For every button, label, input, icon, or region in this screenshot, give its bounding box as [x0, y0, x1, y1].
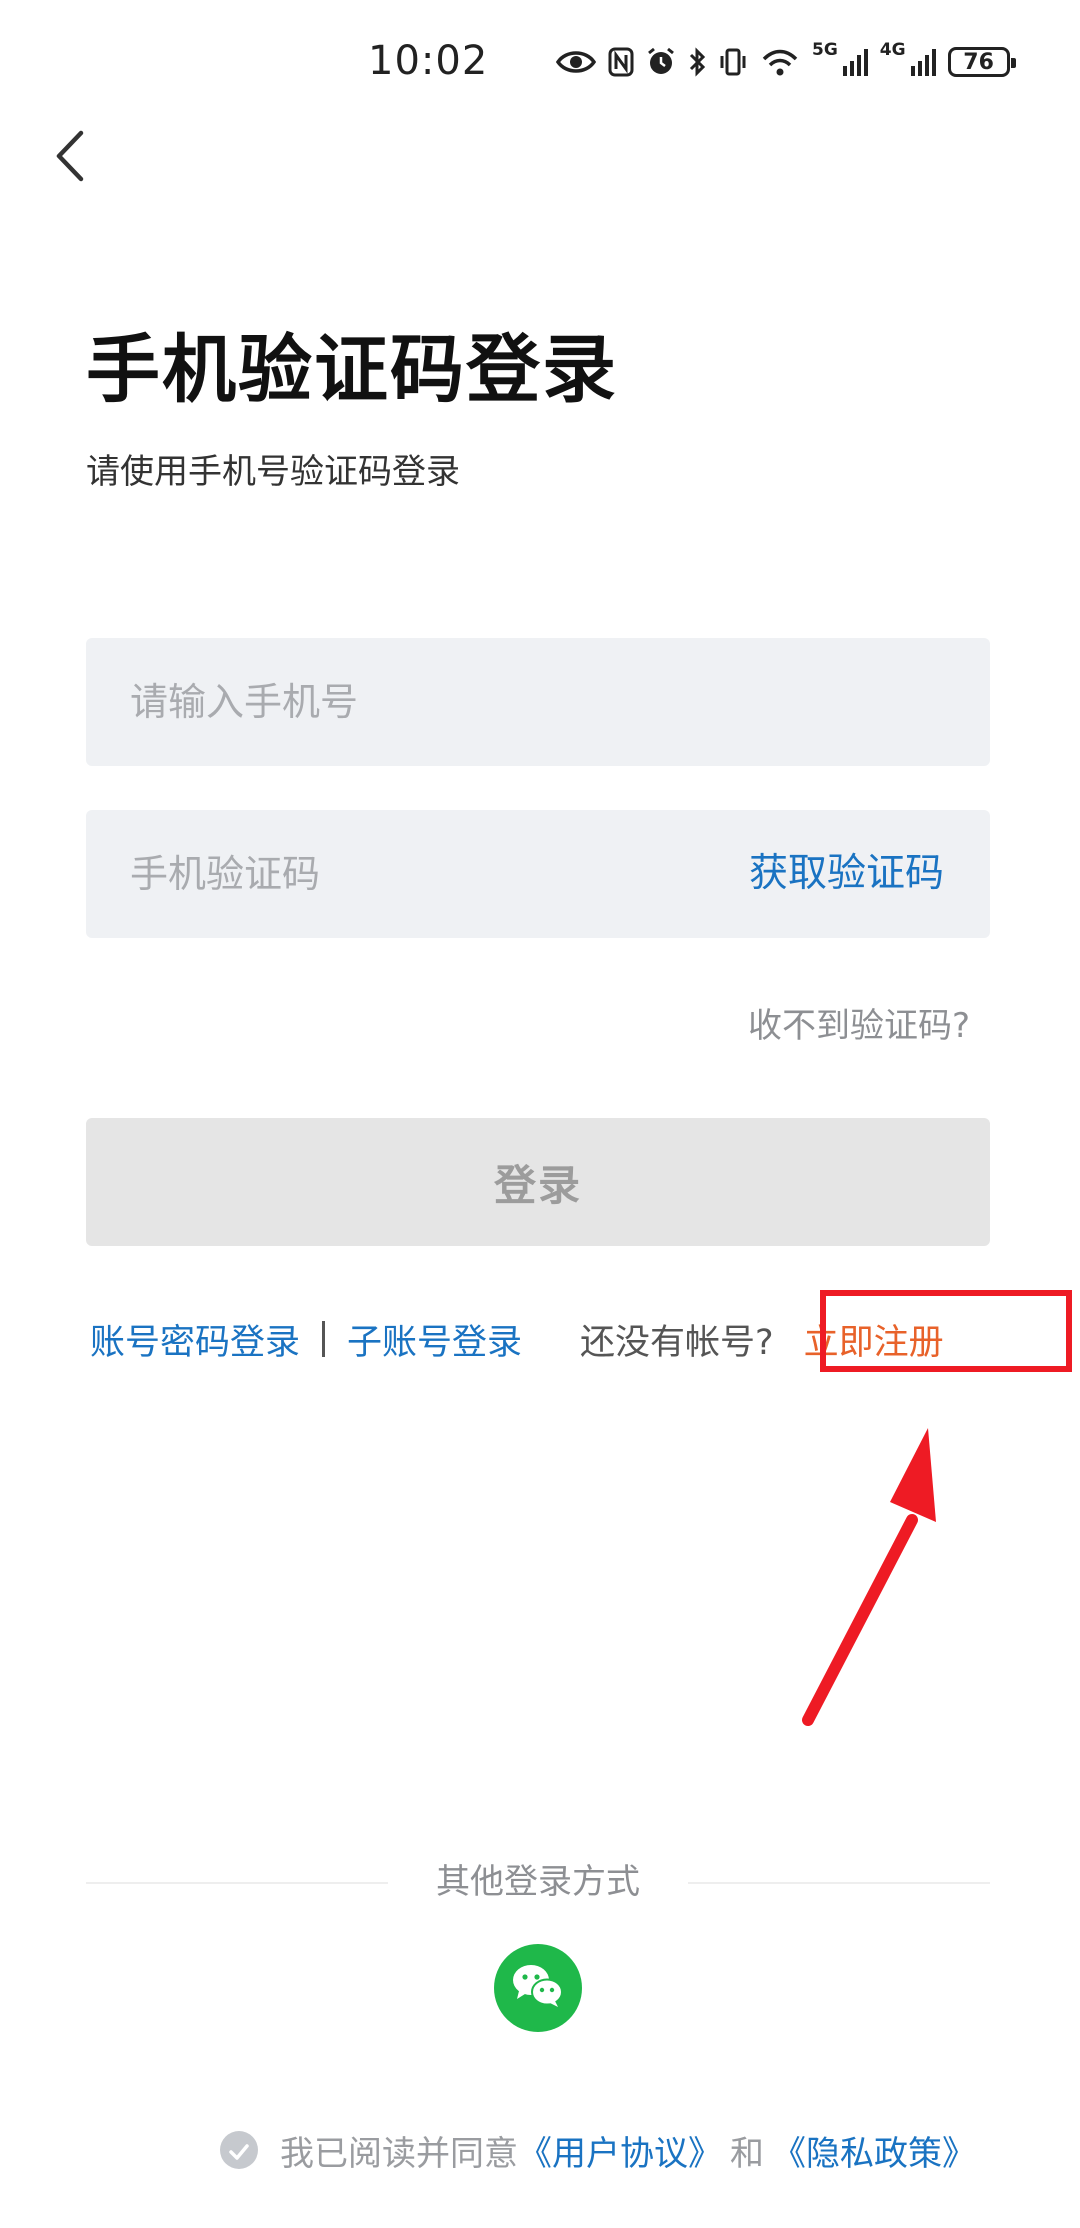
annotation-highlight-box — [820, 1290, 1072, 1372]
divider — [322, 1321, 326, 1357]
back-button[interactable] — [38, 126, 102, 190]
no-code-link[interactable]: 收不到验证码? — [748, 998, 970, 1047]
page-subtitle: 请使用手机号验证码登录 — [86, 452, 460, 492]
signal-5g-icon — [842, 48, 868, 76]
agreement-prefix: 我已阅读并同意 — [280, 2133, 518, 2174]
password-login-link[interactable]: 账号密码登录 — [90, 1314, 300, 1365]
alarm-icon — [646, 47, 676, 77]
signal-4g-label: 4G — [879, 40, 906, 60]
divider-line-right — [688, 1882, 990, 1884]
agreement-row: 我已阅读并同意 《用户协议》 和 《隐私政策》 — [220, 2124, 976, 2176]
bluetooth-icon — [688, 47, 706, 77]
check-icon — [228, 2130, 250, 2170]
vibrate-icon — [718, 47, 748, 77]
phone-input[interactable] — [130, 638, 950, 766]
get-code-button[interactable]: 获取验证码 — [749, 810, 944, 938]
signal-5g-label: 5G — [812, 40, 838, 60]
phone-field — [86, 638, 990, 766]
user-agreement-link[interactable]: 《用户协议》 — [518, 2126, 722, 2175]
agreement-checkbox[interactable] — [220, 2131, 258, 2169]
eye-icon — [556, 48, 596, 76]
agreement-and: 和 — [730, 2133, 764, 2174]
alt-login-row: 账号密码登录 子账号登录 还没有帐号? 立即注册 — [90, 1314, 944, 1364]
chevron-left-icon — [53, 129, 87, 187]
other-login-section: 其他登录方式 — [86, 1856, 990, 1908]
page-title: 手机验证码登录 — [86, 327, 618, 413]
annotation-arrow — [802, 1428, 936, 1726]
status-bar: 10:02 5G 4G 76 — [0, 0, 1080, 130]
nfc-icon — [608, 47, 634, 77]
sub-account-login-link[interactable]: 子账号登录 — [347, 1314, 522, 1365]
privacy-policy-link[interactable]: 《隐私政策》 — [772, 2126, 976, 2175]
status-icons: 5G 4G 76 — [556, 38, 1016, 86]
verification-code-input[interactable] — [130, 810, 650, 938]
login-button[interactable]: 登录 — [86, 1118, 990, 1246]
wechat-login-button[interactable] — [494, 1944, 582, 2032]
battery-icon: 76 — [947, 47, 1016, 77]
wifi-icon — [760, 47, 800, 77]
wechat-icon — [510, 1962, 566, 2014]
status-time: 10:02 — [368, 38, 489, 84]
code-field: 获取验证码 — [86, 810, 990, 938]
no-account-text: 还没有帐号? — [580, 1322, 774, 1363]
signal-4g-icon — [910, 48, 936, 76]
